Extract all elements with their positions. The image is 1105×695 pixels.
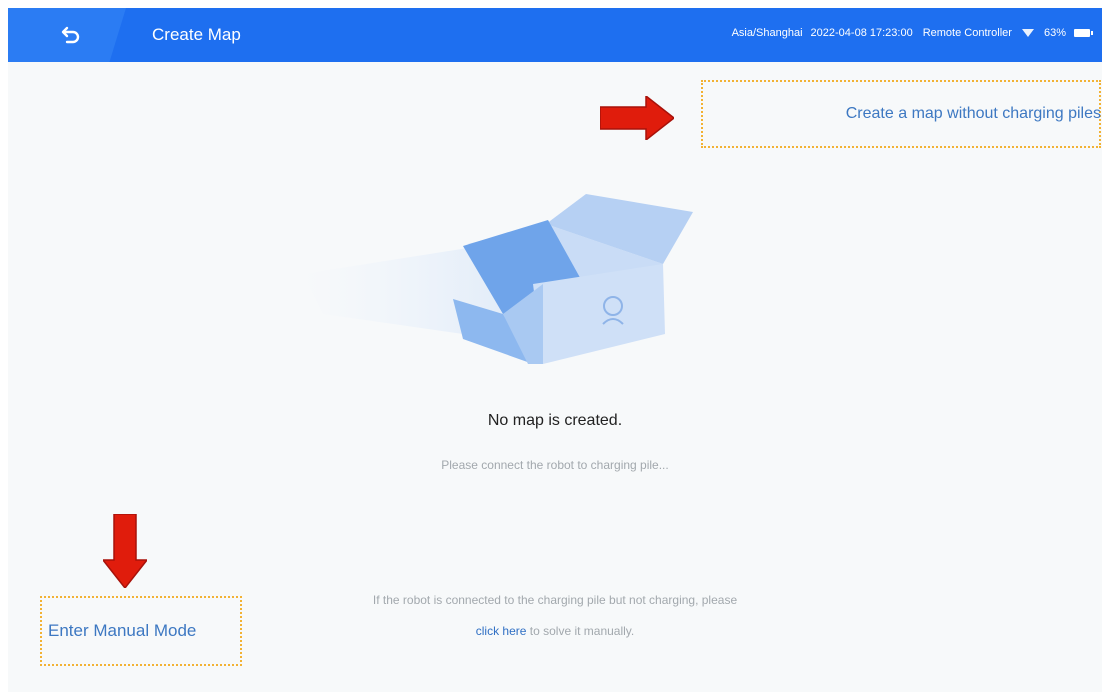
help-text-line2: click here to solve it manually.: [8, 624, 1102, 638]
battery-percent: 63%: [1043, 27, 1066, 39]
page-title: Create Map: [152, 25, 241, 44]
empty-state-subtitle: Please connect the robot to charging pil…: [441, 458, 669, 472]
battery-icon: [1074, 29, 1093, 37]
empty-state-title: No map is created.: [487, 412, 623, 429]
arrow-right-icon: [600, 96, 674, 140]
arrow-down-icon: [103, 514, 147, 588]
empty-box-illustration: [303, 194, 693, 364]
wifi-icon: [1021, 29, 1034, 37]
help-text-rest: to solve it manually.: [526, 624, 635, 638]
datetime-label: 2022-04-08 17:23:00: [810, 27, 913, 39]
back-button[interactable]: [8, 8, 126, 62]
status-bar: Asia/Shanghai 2022-04-08 17:23:00 Remote…: [724, 27, 1093, 39]
help-text-line1: If the robot is connected to the chargin…: [372, 593, 738, 607]
screen: Create Map Asia/Shanghai 2022-04-08 17:2…: [8, 8, 1102, 692]
app-frame: Create Map Asia/Shanghai 2022-04-08 17:2…: [0, 0, 1105, 695]
controller-label: Remote Controller: [922, 27, 1012, 39]
create-without-pile-link[interactable]: Create a map without charging piles: [701, 80, 1102, 148]
top-bar: Create Map Asia/Shanghai 2022-04-08 17:2…: [8, 8, 1102, 62]
timezone-label: Asia/Shanghai: [731, 27, 803, 39]
back-icon: [61, 26, 80, 44]
click-here-link[interactable]: click here: [476, 624, 527, 638]
